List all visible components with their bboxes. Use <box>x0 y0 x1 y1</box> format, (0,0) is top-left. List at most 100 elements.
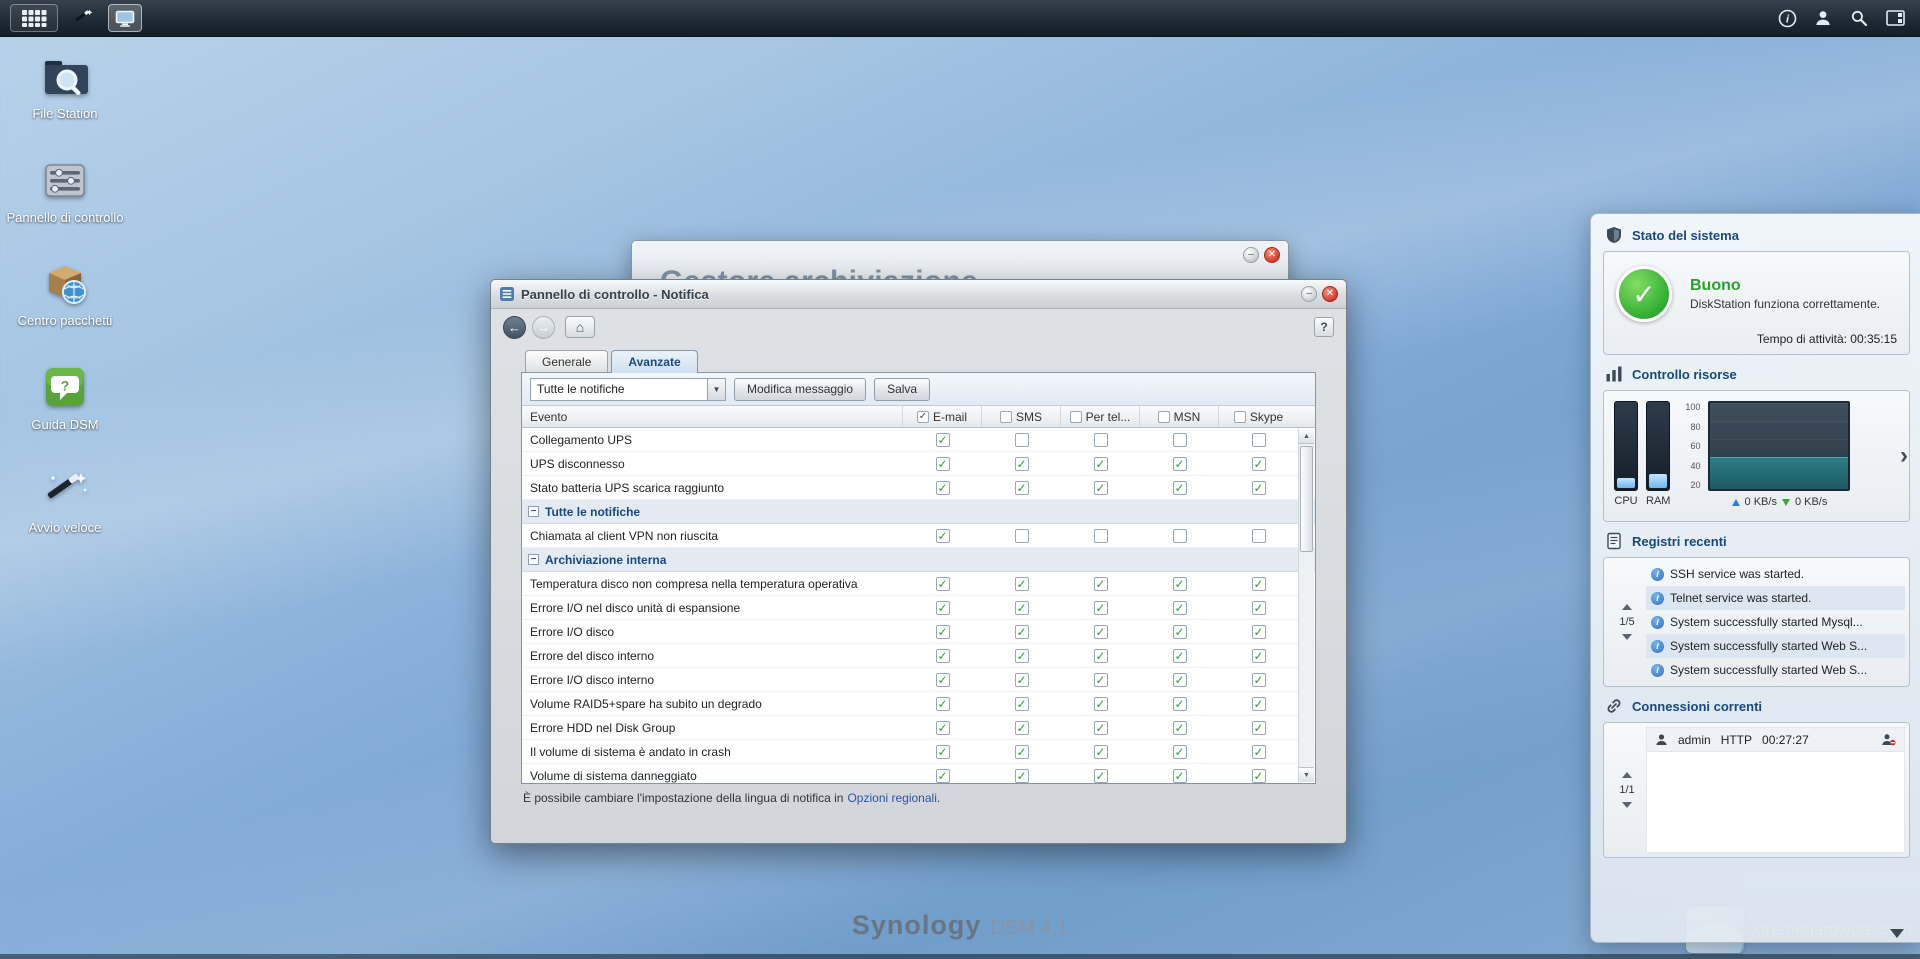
column-checkbox-msn[interactable] <box>1158 411 1170 423</box>
log-entry[interactable]: i SSH service was started. <box>1646 562 1905 586</box>
notification-filter-select[interactable]: Tutte le notifiche ▼ <box>530 378 726 401</box>
table-row[interactable]: Il volume di sistema è andato in crash <box>522 740 1315 764</box>
context-help-button[interactable]: ? <box>1314 317 1334 337</box>
scrollbar-thumb[interactable] <box>1300 446 1313 552</box>
sms-checkbox[interactable] <box>1015 769 1029 783</box>
msn-checkbox[interactable] <box>1173 649 1187 663</box>
email-checkbox[interactable] <box>936 769 950 783</box>
msn-checkbox[interactable] <box>1173 769 1187 783</box>
sms-checkbox[interactable] <box>1015 577 1029 591</box>
skype-checkbox[interactable] <box>1252 457 1266 471</box>
msn-checkbox[interactable] <box>1173 529 1187 543</box>
email-checkbox[interactable] <box>936 457 950 471</box>
table-row[interactable]: Errore I/O disco <box>522 620 1315 644</box>
skype-checkbox[interactable] <box>1252 529 1266 543</box>
table-row[interactable]: Errore I/O disco interno <box>522 668 1315 692</box>
phone-checkbox[interactable] <box>1094 601 1108 615</box>
table-row[interactable]: Temperatura disco non compresa nella tem… <box>522 572 1315 596</box>
table-row[interactable]: Volume RAID5+spare ha subito un degrado <box>522 692 1315 716</box>
vertical-scrollbar[interactable]: ▲ ▼ <box>1298 429 1314 782</box>
column-checkbox-per-tel[interactable] <box>1070 411 1082 423</box>
msn-checkbox[interactable] <box>1173 745 1187 759</box>
email-checkbox[interactable] <box>936 481 950 495</box>
column-checkbox-email[interactable] <box>917 411 929 423</box>
msn-checkbox[interactable] <box>1173 577 1187 591</box>
email-checkbox[interactable] <box>936 745 950 759</box>
pager-up-icon[interactable] <box>1622 604 1632 610</box>
log-entry[interactable]: i System successfully started Web S... <box>1646 658 1905 682</box>
phone-checkbox[interactable] <box>1094 673 1108 687</box>
skype-checkbox[interactable] <box>1252 745 1266 759</box>
column-header-per-tel[interactable]: Per tel... <box>1061 406 1140 427</box>
sms-checkbox[interactable] <box>1015 649 1029 663</box>
sms-checkbox[interactable] <box>1015 433 1029 447</box>
skype-checkbox[interactable] <box>1252 433 1266 447</box>
search-button[interactable] <box>1844 5 1874 31</box>
sms-checkbox[interactable] <box>1015 529 1029 543</box>
column-header-email[interactable]: E-mail <box>903 406 982 427</box>
network-traffic-graph[interactable] <box>1708 401 1850 491</box>
table-section-row[interactable]: − Archiviazione interna <box>522 548 1315 572</box>
email-checkbox[interactable] <box>936 649 950 663</box>
phone-checkbox[interactable] <box>1094 481 1108 495</box>
close-button[interactable]: ✕ <box>1264 247 1280 263</box>
pilot-view-button[interactable] <box>1880 5 1910 31</box>
user-menu-button[interactable] <box>1808 5 1838 31</box>
table-row[interactable]: Errore del disco interno <box>522 644 1315 668</box>
desktop-icon-package-center[interactable]: Centro pacchetti <box>6 259 124 329</box>
skype-checkbox[interactable] <box>1252 481 1266 495</box>
email-checkbox[interactable] <box>936 625 950 639</box>
email-checkbox[interactable] <box>936 529 950 543</box>
save-button[interactable]: Salva <box>874 378 930 401</box>
column-header-msn[interactable]: MSN <box>1140 406 1219 427</box>
table-row[interactable]: Stato batteria UPS scarica raggiunto <box>522 476 1315 500</box>
log-entry[interactable]: i System successfully started Web S... <box>1646 634 1905 658</box>
skype-checkbox[interactable] <box>1252 673 1266 687</box>
table-row[interactable]: Errore I/O nel disco unità di espansione <box>522 596 1315 620</box>
email-checkbox[interactable] <box>936 601 950 615</box>
skype-checkbox[interactable] <box>1252 601 1266 615</box>
phone-checkbox[interactable] <box>1094 457 1108 471</box>
desktop-icon-dsm-help[interactable]: ? Guida DSM <box>6 363 124 433</box>
msn-checkbox[interactable] <box>1173 673 1187 687</box>
desktop-icon-file-station[interactable]: File Station <box>6 52 124 122</box>
skype-checkbox[interactable] <box>1252 721 1266 735</box>
pager-down-icon[interactable] <box>1622 634 1632 640</box>
window-title-bar[interactable]: Pannello di controllo - Notifica – ✕ <box>491 280 1346 309</box>
edit-message-button[interactable]: Modifica messaggio <box>734 378 866 401</box>
sms-checkbox[interactable] <box>1015 721 1029 735</box>
column-header-skype[interactable]: Skype <box>1219 406 1298 427</box>
msn-checkbox[interactable] <box>1173 697 1187 711</box>
skype-checkbox[interactable] <box>1252 577 1266 591</box>
skype-checkbox[interactable] <box>1252 649 1266 663</box>
phone-checkbox[interactable] <box>1094 433 1108 447</box>
phone-checkbox[interactable] <box>1094 721 1108 735</box>
phone-checkbox[interactable] <box>1094 649 1108 663</box>
connection-row[interactable]: admin HTTP 00:27:27 <box>1647 728 1904 752</box>
regional-options-link[interactable]: Opzioni regionali <box>847 791 936 805</box>
table-row[interactable]: Collegamento UPS <box>522 428 1315 452</box>
minimize-button[interactable]: – <box>1301 286 1317 302</box>
column-checkbox-skype[interactable] <box>1234 411 1246 423</box>
msn-checkbox[interactable] <box>1173 601 1187 615</box>
log-entry[interactable]: i Telnet service was started. <box>1646 586 1905 610</box>
sms-checkbox[interactable] <box>1015 457 1029 471</box>
table-section-row[interactable]: − Tutte le notifiche <box>522 500 1315 524</box>
phone-checkbox[interactable] <box>1094 697 1108 711</box>
panel-collapse-chevron[interactable] <box>1890 929 1904 938</box>
sms-checkbox[interactable] <box>1015 601 1029 615</box>
quick-launch-button[interactable] <box>66 4 100 32</box>
skype-checkbox[interactable] <box>1252 697 1266 711</box>
sms-checkbox[interactable] <box>1015 745 1029 759</box>
help-button[interactable]: i <box>1772 5 1802 31</box>
back-button[interactable]: ← <box>503 316 526 339</box>
pager-up-icon[interactable] <box>1622 772 1632 778</box>
log-entry[interactable]: i System successfully started Mysql... <box>1646 610 1905 634</box>
sms-checkbox[interactable] <box>1015 673 1029 687</box>
email-checkbox[interactable] <box>936 721 950 735</box>
table-row[interactable]: UPS disconnesso <box>522 452 1315 476</box>
home-button[interactable]: ⌂ <box>565 316 595 338</box>
msn-checkbox[interactable] <box>1173 457 1187 471</box>
close-button[interactable]: ✕ <box>1322 286 1338 302</box>
msn-checkbox[interactable] <box>1173 433 1187 447</box>
